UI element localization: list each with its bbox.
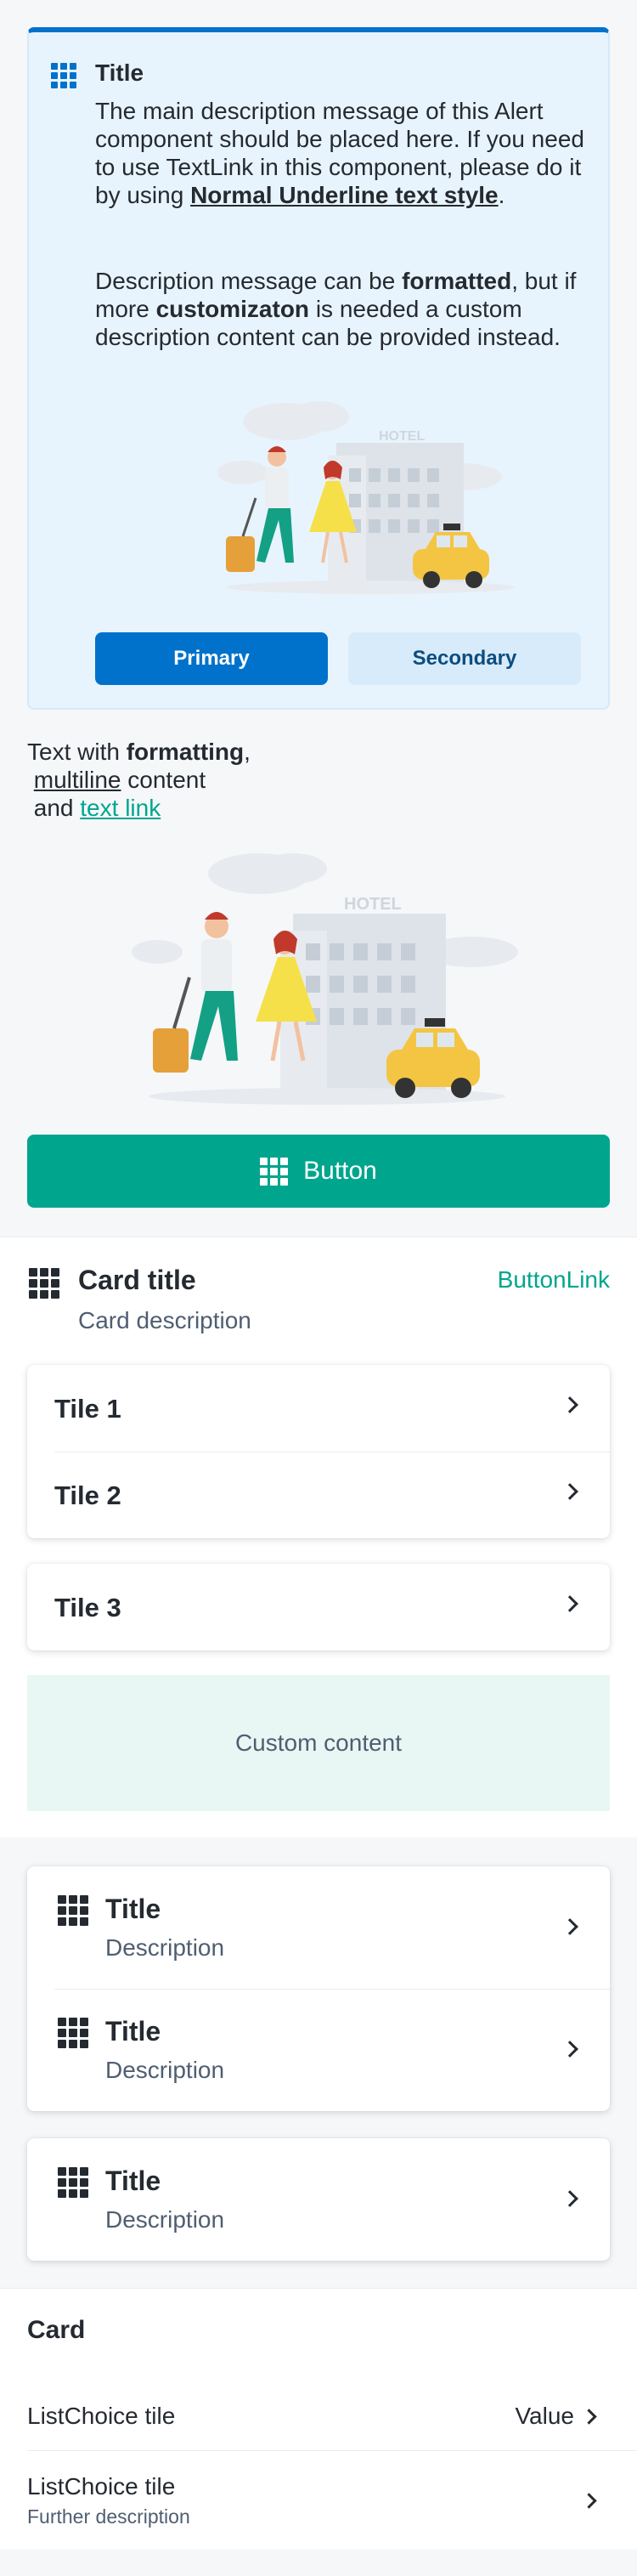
chevron-right-icon: [581, 2409, 597, 2425]
card-title: Card title: [78, 1265, 196, 1295]
tile-label: Tile 2: [54, 1480, 121, 1510]
card-description: Card description: [78, 1307, 251, 1333]
tile[interactable]: Tile 3: [27, 1564, 610, 1650]
tile-description: Description: [105, 2057, 225, 2083]
grid-icon: [58, 2167, 88, 2198]
chevron-right-icon: [561, 1396, 578, 1413]
list-choice-label: ListChoice tile: [27, 2473, 176, 2500]
title-tile-group: Title Description Title Description: [27, 1866, 610, 2111]
underlined-text: multiline: [33, 767, 121, 793]
list-choice-card-title: Card: [27, 2316, 86, 2344]
hotel-sign-text: HOTEL: [344, 895, 402, 914]
text-segment: Text with: [27, 739, 127, 765]
tile-label: Tile 3: [54, 1593, 121, 1622]
title-tile[interactable]: Title Description: [27, 2138, 610, 2261]
alert-text-segment: Description message can be: [95, 268, 403, 294]
grid-icon: [58, 1895, 88, 1926]
list-choice-value: Value: [515, 2403, 574, 2429]
grid-icon: [58, 2018, 88, 2048]
alert-title: Title: [95, 59, 144, 86]
text-segment: and: [33, 795, 81, 821]
alert: Title The main description message of th…: [27, 27, 610, 710]
tile-group: Tile 1 Tile 2: [27, 1365, 610, 1538]
bold-text: formatting: [126, 739, 245, 765]
alert-bold-text: formatted: [402, 268, 512, 294]
formatted-text-line: multiline content: [27, 766, 251, 794]
text-segment: ,: [244, 739, 251, 765]
custom-content: Custom content: [27, 1675, 610, 1811]
alert-text-link[interactable]: Normal Underline text style: [190, 182, 499, 208]
card: Card title Card description ButtonLink T…: [0, 1237, 637, 1837]
text-link[interactable]: text link: [80, 795, 161, 821]
formatted-text: Text with formatting, multiline content …: [27, 738, 251, 822]
list-choice-description: Further description: [27, 2505, 190, 2528]
alert-description-formatted: Description message can be formatted, bu…: [95, 267, 596, 351]
main-button-label: Button: [303, 1157, 377, 1185]
tile-title: Title: [105, 2166, 161, 2196]
list-choice-label: ListChoice tile: [27, 2403, 176, 2429]
tile-title: Title: [105, 1894, 161, 1924]
list-choice-card: Card ListChoice tile Value ListChoice ti…: [0, 2288, 637, 2550]
chevron-right-icon: [561, 1918, 578, 1935]
hotel-sign-text: HOTEL: [379, 429, 425, 444]
alert-description: The main description message of this Ale…: [95, 97, 596, 209]
tile-title: Title: [105, 2016, 161, 2047]
grid-icon: [260, 1157, 289, 1186]
chevron-right-icon: [561, 1595, 578, 1612]
grid-icon: [29, 1268, 59, 1299]
text-segment: content: [121, 767, 206, 793]
chevron-right-icon: [581, 2493, 597, 2509]
tile-label: Tile 1: [54, 1394, 121, 1424]
list-choice-tile[interactable]: ListChoice tile Further description: [27, 2450, 637, 2551]
secondary-button[interactable]: Secondary: [348, 632, 581, 685]
tile-single: Tile 3: [27, 1564, 610, 1650]
chevron-right-icon: [561, 1483, 578, 1500]
title-tile[interactable]: Title Description: [27, 1866, 610, 1989]
main-button[interactable]: Button: [27, 1135, 610, 1208]
tile[interactable]: Tile 2: [27, 1452, 610, 1538]
formatted-text-line: and text link: [27, 794, 251, 822]
chevron-right-icon: [561, 2041, 578, 2058]
chevron-right-icon: [561, 2190, 578, 2207]
travel-illustration: HOTEL: [132, 853, 518, 1105]
formatted-text-line: Text with formatting,: [27, 738, 251, 766]
tile-description: Description: [105, 2206, 225, 2233]
travel-illustration: HOTEL: [217, 401, 515, 594]
tile[interactable]: Tile 1: [27, 1365, 610, 1452]
card-button-link[interactable]: ButtonLink: [498, 1266, 610, 1294]
grid-icon: [51, 63, 76, 88]
title-tile[interactable]: Title Description: [27, 1989, 610, 2111]
primary-button[interactable]: Primary: [95, 632, 328, 685]
tile-description: Description: [105, 1934, 225, 1961]
title-tile-single: Title Description: [27, 2138, 610, 2261]
alert-description-end: .: [498, 182, 505, 208]
alert-bold-text: customizaton: [155, 296, 310, 322]
